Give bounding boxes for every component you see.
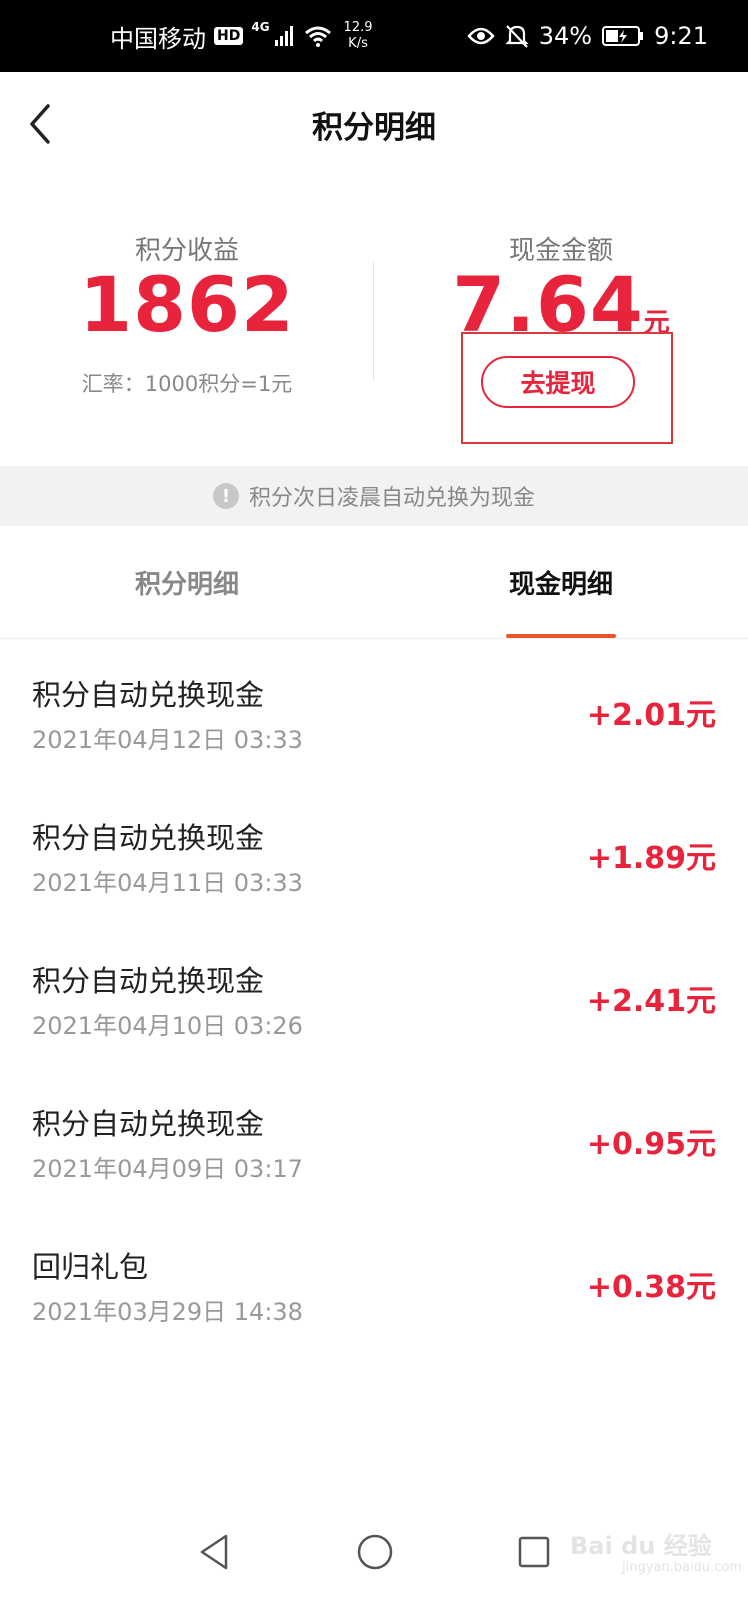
highlight-box xyxy=(461,332,673,444)
nav-home-button[interactable] xyxy=(355,1532,395,1576)
list-item[interactable]: 积分自动兑换现金 2021年04月12日 03:33 +2.01元 xyxy=(0,640,748,783)
record-amount: +0.95元 xyxy=(586,1127,716,1162)
active-tab-indicator xyxy=(506,634,616,638)
hd-badge: HD xyxy=(214,27,244,45)
record-date: 2021年04月11日 03:33 xyxy=(32,869,303,897)
record-amount: +1.89元 xyxy=(586,841,716,876)
page-header: 积分明细 xyxy=(0,72,748,176)
record-date: 2021年04月10日 03:26 xyxy=(32,1012,303,1040)
status-right: 34% 9:21 xyxy=(467,0,708,72)
record-date: 2021年03月29日 14:38 xyxy=(32,1298,303,1326)
battery-icon xyxy=(602,26,644,46)
watermark: Bai du 经验 xyxy=(570,1532,712,1560)
tab-cash-detail[interactable]: 现金明细 xyxy=(374,526,748,638)
list-item[interactable]: 积分自动兑换现金 2021年04月10日 03:26 +2.41元 xyxy=(0,926,748,1069)
bell-muted-icon xyxy=(505,25,529,48)
nav-back-button[interactable] xyxy=(196,1532,232,1576)
eye-icon xyxy=(467,27,495,45)
exclamation-icon: ! xyxy=(212,483,239,509)
record-title: 积分自动兑换现金 xyxy=(32,821,265,855)
record-list: 积分自动兑换现金 2021年04月12日 03:33 +2.01元 积分自动兑换… xyxy=(0,640,748,1355)
network-type: 4G xyxy=(251,20,270,34)
speed-unit: K/s xyxy=(348,36,368,51)
clock: 9:21 xyxy=(654,22,708,50)
carrier-name: 中国移动 xyxy=(110,24,206,53)
wifi-icon xyxy=(304,26,331,47)
speed-value: 12.9 xyxy=(343,20,373,35)
record-title: 积分自动兑换现金 xyxy=(32,1107,265,1141)
status-bar: 中国移动 HD 4G 12.9 K/s 34% 9:21 xyxy=(0,0,748,72)
circle-home-icon xyxy=(357,1534,393,1570)
record-amount: +2.01元 xyxy=(586,698,716,733)
record-date: 2021年04月09日 03:17 xyxy=(32,1155,303,1183)
page-title: 积分明细 xyxy=(312,110,436,146)
square-recent-icon xyxy=(518,1536,550,1568)
notice-bar: ! 积分次日凌晨自动兑换为现金 xyxy=(0,466,748,526)
status-left: 中国移动 HD 4G 12.9 K/s xyxy=(110,0,373,72)
tab-bar: 积分明细 现金明细 xyxy=(0,526,748,639)
record-title: 回归礼包 xyxy=(32,1250,149,1284)
battery-percent: 34% xyxy=(538,22,593,50)
points-value: 1862 xyxy=(79,260,295,349)
list-item[interactable]: 回归礼包 2021年03月29日 14:38 +0.38元 xyxy=(0,1212,748,1355)
nav-recent-button[interactable] xyxy=(516,1534,552,1574)
network-speed: 12.9 K/s xyxy=(344,20,373,52)
record-date: 2021年04月12日 03:33 xyxy=(32,726,303,754)
tab-points-detail[interactable]: 积分明细 xyxy=(0,526,374,638)
list-item[interactable]: 积分自动兑换现金 2021年04月09日 03:17 +0.95元 xyxy=(0,1069,748,1212)
record-title: 积分自动兑换现金 xyxy=(32,964,265,998)
list-item[interactable]: 积分自动兑换现金 2021年04月11日 03:33 +1.89元 xyxy=(0,783,748,926)
record-amount: +2.41元 xyxy=(586,984,716,1019)
signal-icon xyxy=(274,26,293,46)
triangle-back-icon xyxy=(200,1534,228,1570)
record-title: 积分自动兑换现金 xyxy=(32,678,265,712)
notice-text: 积分次日凌晨自动兑换为现金 xyxy=(248,486,535,511)
record-amount: +0.38元 xyxy=(586,1270,716,1305)
exchange-rate: 汇率：1000积分=1元 xyxy=(81,372,293,396)
watermark-url: jingyan.baidu.com xyxy=(622,1560,742,1575)
